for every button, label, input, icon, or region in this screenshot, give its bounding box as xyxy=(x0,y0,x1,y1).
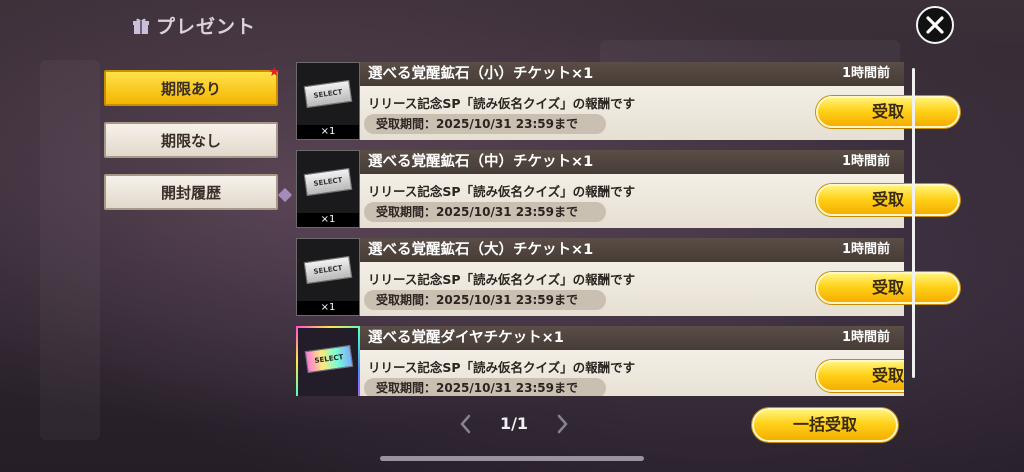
tab-label: 期限なし xyxy=(160,131,221,150)
item-name: 選べる覚醒鉱石（大）チケット×1 xyxy=(368,242,594,258)
pagination: 1/1 xyxy=(456,410,572,438)
item-name-bar: 選べる覚醒鉱石（大）チケット×1 1時間前 xyxy=(360,238,904,262)
item-description: リリース記念SP「読み仮名クイズ」の報酬です xyxy=(368,184,636,199)
tab-open-history[interactable]: 開封履歴 xyxy=(104,174,278,210)
item-period: 受取期間：2025/10/31 23:59まで xyxy=(364,114,606,134)
ticket-icon: SELECT xyxy=(304,344,354,374)
page-indicator: 1/1 xyxy=(499,414,529,433)
prev-page-icon[interactable] xyxy=(456,412,476,436)
item-name-bar: 選べる覚醒鉱石（中）チケット×1 1時間前 xyxy=(360,150,904,174)
item-thumbnail[interactable]: SELECT xyxy=(296,326,360,396)
item-description: リリース記念SP「読み仮名クイズ」の報酬です xyxy=(368,272,636,287)
scrollbar[interactable] xyxy=(912,68,915,378)
next-page-icon[interactable] xyxy=(552,412,572,436)
item-time: 1時間前 xyxy=(841,330,890,345)
item-body: リリース記念SP「読み仮名クイズ」の報酬です 受取期間：2025/10/31 2… xyxy=(360,262,960,316)
item-description: リリース記念SP「読み仮名クイズ」の報酬です xyxy=(368,360,636,375)
item-name: 選べる覚醒ダイヤチケット×1 xyxy=(368,330,564,346)
item-period: 受取期間：2025/10/31 23:59まで xyxy=(364,202,606,222)
home-indicator[interactable] xyxy=(380,456,644,461)
notification-star-icon: ★ xyxy=(268,65,280,80)
item-period: 受取期間：2025/10/31 23:59まで xyxy=(364,378,606,396)
item-name: 選べる覚醒鉱石（中）チケット×1 xyxy=(368,154,594,170)
tab-with-deadline[interactable]: 期限あり ★ xyxy=(104,65,280,106)
tab-label: 開封履歴 xyxy=(160,183,221,202)
item-time: 1時間前 xyxy=(841,154,890,169)
item-quantity: ×1 xyxy=(297,125,359,139)
item-name-bar: 選べる覚醒鉱石（小）チケット×1 1時間前 xyxy=(360,62,904,86)
header: プレゼント xyxy=(132,12,256,39)
ticket-icon: SELECT xyxy=(303,255,353,285)
tab-label: 期限あり xyxy=(160,79,221,98)
item-thumbnail[interactable]: SELECT ×1 xyxy=(296,62,360,140)
present-item: SELECT ×1 選べる覚醒鉱石（小）チケット×1 1時間前 リリース記念SP… xyxy=(296,62,960,140)
bulk-receive-button[interactable]: 一括受取 xyxy=(752,408,898,442)
item-name-bar: 選べる覚醒ダイヤチケット×1 1時間前 xyxy=(360,326,904,350)
item-body: リリース記念SP「読み仮名クイズ」の報酬です 受取期間：2025/10/31 2… xyxy=(360,86,960,140)
item-name: 選べる覚醒鉱石（小）チケット×1 xyxy=(368,66,594,82)
receive-button[interactable]: 受取 xyxy=(816,272,960,304)
item-time: 1時間前 xyxy=(841,242,890,257)
item-body: リリース記念SP「読み仮名クイズ」の報酬です 受取期間：2025/10/31 2… xyxy=(360,174,960,228)
item-time: 1時間前 xyxy=(841,66,890,81)
receive-button[interactable]: 受取 xyxy=(816,96,960,128)
close-button[interactable] xyxy=(916,6,954,44)
receive-button[interactable]: 受取 xyxy=(816,360,904,392)
item-quantity: ×1 xyxy=(297,301,359,315)
item-quantity: ×1 xyxy=(297,213,359,227)
background-panel xyxy=(40,60,100,440)
item-thumbnail[interactable]: SELECT ×1 xyxy=(296,238,360,316)
gift-icon xyxy=(132,17,150,35)
diamond-decoration-icon xyxy=(277,187,293,203)
close-icon xyxy=(926,16,944,34)
page-title: プレゼント xyxy=(156,16,257,38)
item-period: 受取期間：2025/10/31 23:59まで xyxy=(364,290,606,310)
present-item: SELECT 選べる覚醒ダイヤチケット×1 1時間前 リリース記念SP「読み仮名… xyxy=(296,326,904,396)
item-thumbnail[interactable]: SELECT ×1 xyxy=(296,150,360,228)
ticket-icon: SELECT xyxy=(303,167,353,197)
present-item: SELECT ×1 選べる覚醒鉱石（中）チケット×1 1時間前 リリース記念SP… xyxy=(296,150,960,228)
item-description: リリース記念SP「読み仮名クイズ」の報酬です xyxy=(368,96,636,111)
item-body: リリース記念SP「読み仮名クイズ」の報酬です 受取期間：2025/10/31 2… xyxy=(360,350,904,396)
tab-no-deadline[interactable]: 期限なし xyxy=(104,122,278,158)
present-item: SELECT ×1 選べる覚醒鉱石（大）チケット×1 1時間前 リリース記念SP… xyxy=(296,238,960,316)
ticket-icon: SELECT xyxy=(303,79,353,109)
receive-button[interactable]: 受取 xyxy=(816,184,960,216)
